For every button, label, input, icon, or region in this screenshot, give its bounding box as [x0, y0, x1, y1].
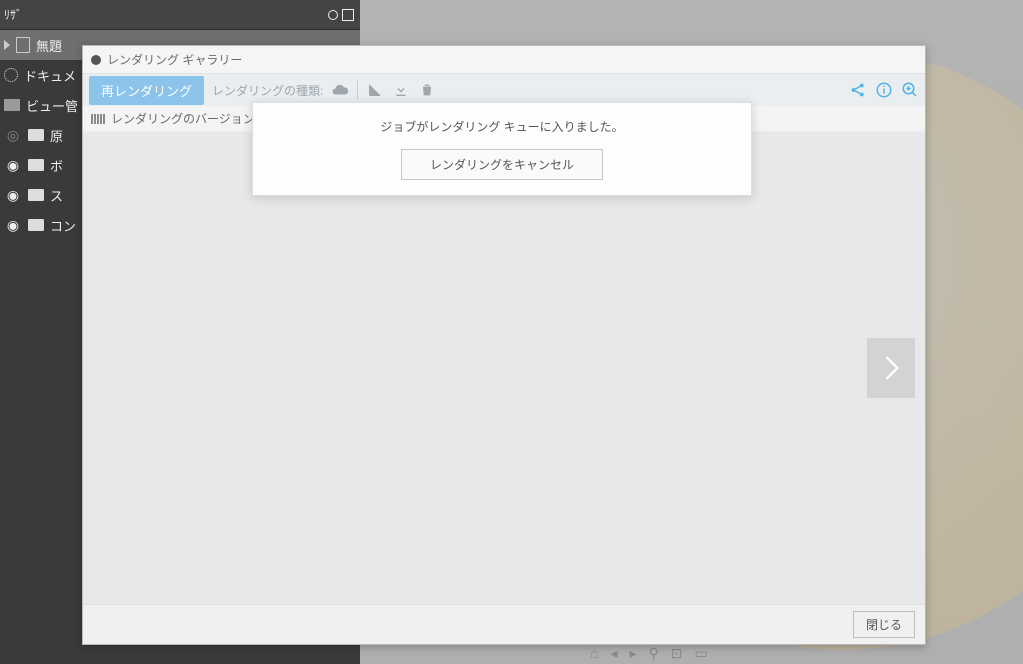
expand-icon[interactable]: [342, 9, 354, 21]
layer-label: ビュー管: [26, 96, 78, 115]
cancel-rendering-button[interactable]: レンダリングをキャンセル: [401, 149, 603, 180]
queue-popup: ジョブがレンダリング キューに入りました。 レンダリングをキャンセル: [252, 102, 752, 196]
folder-icon: [28, 159, 44, 171]
trash-icon[interactable]: [418, 81, 436, 99]
divider: [357, 81, 358, 99]
cloud-icon[interactable]: [331, 81, 349, 99]
layers-panel-header: ﾘｻﾞ: [0, 0, 360, 30]
dialog-footer: 閉じる: [83, 604, 925, 644]
share-icon[interactable]: [849, 81, 867, 99]
toolbar-icon[interactable]: ▭: [695, 645, 708, 662]
layer-label: ス: [50, 186, 63, 205]
version-label: レンダリングのバージョン: [111, 110, 255, 127]
bars-icon: [91, 114, 105, 124]
toolbar-icon[interactable]: ◂: [610, 645, 617, 662]
page-icon: [16, 37, 30, 53]
folder-icon: [28, 189, 44, 201]
gallery-body: [83, 132, 925, 604]
folder-icon: [4, 99, 20, 111]
rerender-button[interactable]: 再レンダリング: [89, 76, 204, 105]
layer-label: ボ: [50, 156, 63, 175]
info-icon[interactable]: [875, 81, 893, 99]
minus-circle-icon[interactable]: [328, 10, 338, 20]
folder-icon: [28, 219, 44, 231]
bottom-toolbar: ⌂ ◂ ▸ ⚲ ⊡ ▭: [590, 642, 708, 664]
dialog-titlebar[interactable]: レンダリング ギャラリー: [83, 46, 925, 74]
expand-triangle-icon[interactable]: [4, 40, 10, 50]
close-button[interactable]: 閉じる: [853, 611, 915, 638]
folder-icon: [28, 129, 44, 141]
layer-label: 原: [50, 126, 63, 145]
popup-message: ジョブがレンダリング キューに入りました。: [380, 118, 623, 135]
toolbar-icon[interactable]: ▸: [630, 645, 637, 662]
title-dot-icon: [91, 55, 101, 65]
exposure-icon[interactable]: [366, 81, 384, 99]
layers-title-text: ﾘｻﾞ: [0, 8, 22, 22]
eye-icon[interactable]: ◉: [4, 186, 22, 204]
gear-icon[interactable]: [4, 68, 18, 82]
eye-icon[interactable]: ◉: [4, 156, 22, 174]
dialog-title-text: レンダリング ギャラリー: [107, 51, 242, 68]
download-icon[interactable]: [392, 81, 410, 99]
layers-title: ﾘｻﾞ: [0, 6, 322, 24]
hidden-eye-icon[interactable]: ◎: [4, 126, 22, 144]
layer-label: ドキュメ: [24, 66, 76, 85]
layer-label: コン: [50, 216, 76, 235]
toolbar-icon[interactable]: ⊡: [671, 645, 683, 662]
next-arrow-button[interactable]: [867, 338, 915, 398]
toolbar-icon[interactable]: ⌂: [590, 645, 598, 661]
toolbar-icon[interactable]: ⚲: [649, 645, 659, 662]
layer-label: 無題: [36, 36, 62, 55]
zoom-in-icon[interactable]: [901, 81, 919, 99]
rendering-type-label: レンダリングの種類:: [212, 82, 323, 99]
eye-icon[interactable]: ◉: [4, 216, 22, 234]
header-controls: [322, 9, 360, 21]
